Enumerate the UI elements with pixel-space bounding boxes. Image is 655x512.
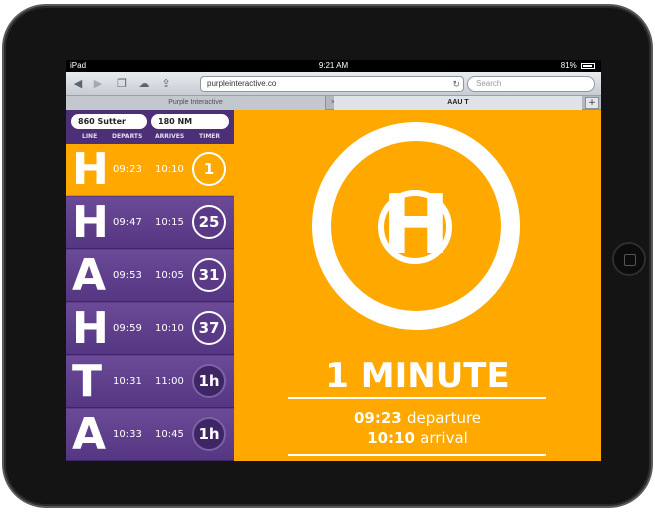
row-line: T [72, 356, 103, 407]
row-departs: 09:59 [113, 323, 142, 334]
web-content: 860 Sutter 180 NM LINE DEPARTS ARRIVES T… [66, 110, 601, 461]
divider [288, 397, 546, 399]
destination-stop-field[interactable]: 180 NM [151, 114, 229, 129]
tab-bar: Purple Interactive × AAU T + [66, 96, 601, 110]
bookmarks-icon[interactable]: ❐ [114, 76, 130, 92]
row-timer: 1h [192, 364, 226, 398]
countdown-text: 1 MINUTE [325, 356, 510, 396]
row-departs: 10:31 [113, 376, 142, 387]
arrival-label: arrival [420, 429, 468, 447]
column-headers: LINE DEPARTS ARRIVES TIMER [66, 132, 234, 144]
header-departs: DEPARTS [112, 133, 143, 140]
battery-icon [581, 62, 595, 69]
battery-percent: 81% [560, 61, 577, 70]
row-line: H [72, 144, 109, 195]
screen: iPad 9:21 AM 81% ◀ ▶ ❐ ☁ ⇪ purpleinterac… [66, 60, 601, 461]
row-line: A [72, 409, 107, 460]
row-arrives: 10:10 [155, 164, 184, 175]
tab-purple-interactive[interactable]: Purple Interactive [66, 96, 326, 110]
row-departs: 09:53 [113, 270, 142, 281]
schedule-row[interactable]: H 09:47 10:15 25 [66, 197, 234, 249]
row-line: A [72, 250, 107, 301]
row-timer: 1 [192, 152, 226, 186]
schedule-row[interactable]: T 10:31 11:00 1h [66, 356, 234, 408]
departure-label: departure [406, 409, 482, 427]
status-bar: iPad 9:21 AM 81% [66, 60, 601, 72]
row-timer: 37 [192, 311, 226, 345]
schedule-row[interactable]: A 09:53 10:05 31 [66, 250, 234, 302]
tab-label: AAU T [447, 99, 469, 106]
battery-status: 81% [561, 60, 595, 72]
divider [288, 454, 546, 456]
browser-toolbar: ◀ ▶ ❐ ☁ ⇪ purpleinteractive.co ↻ Search [66, 72, 601, 96]
row-line: H [72, 303, 109, 354]
row-line: H [72, 197, 109, 248]
reload-icon[interactable]: ↻ [452, 77, 460, 91]
share-icon[interactable]: ⇪ [158, 76, 174, 92]
row-timer: 25 [192, 205, 226, 239]
search-input[interactable]: Search [467, 76, 595, 92]
line-badge: H [381, 178, 451, 273]
row-arrives: 11:00 [155, 376, 184, 387]
row-arrives: 10:45 [155, 429, 184, 440]
schedule-sidebar: 860 Sutter 180 NM LINE DEPARTS ARRIVES T… [66, 110, 234, 461]
row-timer: 1h [192, 417, 226, 451]
arrival-time: 10:10 [367, 429, 421, 447]
tab-label: Purple Interactive [168, 99, 223, 106]
back-icon[interactable]: ◀ [70, 76, 86, 92]
header-line: LINE [82, 133, 98, 140]
stop-selector: 860 Sutter 180 NM [66, 110, 234, 132]
row-arrives: 10:15 [155, 217, 184, 228]
row-departs: 10:33 [113, 429, 142, 440]
new-tab-button[interactable]: + [585, 97, 599, 109]
url-text: purpleinteractive.co [207, 79, 277, 88]
schedule-row[interactable]: H 09:59 10:10 37 [66, 303, 234, 355]
header-timer: TIMER [199, 133, 221, 140]
arrival-info: 10:10 arrival [234, 428, 601, 448]
row-timer: 31 [192, 258, 226, 292]
forward-icon[interactable]: ▶ [90, 76, 106, 92]
header-arrives: ARRIVES [155, 133, 185, 140]
clock: 9:21 AM [318, 61, 349, 70]
departure-info: 09:23 departure [234, 408, 601, 428]
row-arrives: 10:10 [155, 323, 184, 334]
url-field[interactable]: purpleinteractive.co ↻ [200, 76, 464, 92]
schedule-row[interactable]: H 09:23 10:10 1 [66, 144, 234, 196]
cloud-icon[interactable]: ☁ [136, 76, 152, 92]
schedule-row[interactable]: A 10:33 10:45 1h [66, 409, 234, 461]
ipad-frame: iPad 9:21 AM 81% ◀ ▶ ❐ ☁ ⇪ purpleinterac… [2, 4, 653, 508]
tab-aau-t[interactable]: AAU T [334, 96, 582, 110]
row-departs: 09:47 [113, 217, 142, 228]
departure-detail-panel: H 1 MINUTE 09:23 departure 10:10 arrival [234, 110, 601, 461]
origin-stop-field[interactable]: 860 Sutter [71, 114, 147, 129]
row-arrives: 10:05 [155, 270, 184, 281]
row-departs: 09:23 [113, 164, 142, 175]
home-button[interactable] [612, 242, 646, 276]
departure-time: 09:23 [353, 409, 407, 427]
